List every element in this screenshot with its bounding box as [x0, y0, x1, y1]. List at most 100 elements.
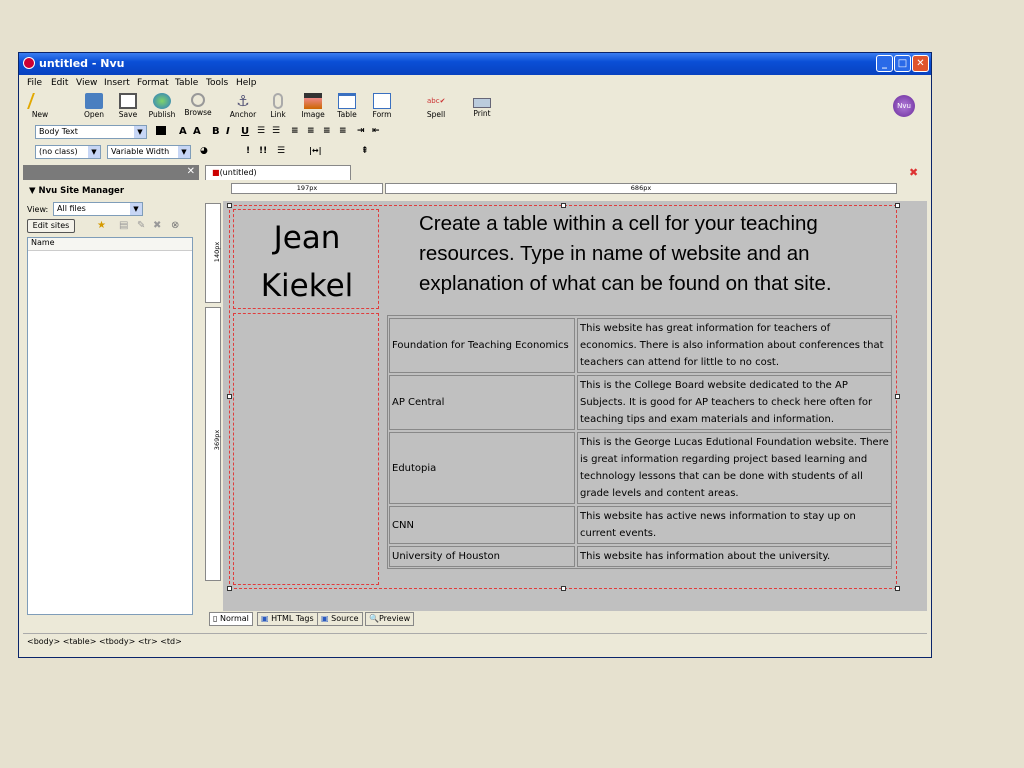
resize-handle[interactable]: [895, 394, 900, 399]
resize-handle[interactable]: [227, 394, 232, 399]
instruction-cell[interactable]: Create a table within a cell for your te…: [383, 209, 893, 309]
class-select[interactable]: (no class) ▼: [35, 145, 101, 159]
site-desc-cell[interactable]: This is the George Lucas Edutional Found…: [577, 432, 892, 504]
browse-button[interactable]: Browse: [179, 93, 217, 121]
new-button[interactable]: New: [21, 93, 59, 121]
tab-normal[interactable]: ▯ Normal: [209, 612, 253, 626]
ruler-row1[interactable]: 140px: [205, 203, 221, 303]
stop-icon[interactable]: ⊗: [171, 220, 179, 231]
italic-button[interactable]: I: [226, 126, 230, 137]
print-button[interactable]: Print: [463, 93, 501, 121]
resources-table[interactable]: Foundation for Teaching Economics This we…: [387, 315, 892, 569]
delete-icon[interactable]: ✖: [153, 220, 161, 231]
outer-table[interactable]: Jean Kiekel Create a table within a cell …: [227, 203, 900, 591]
close-icon[interactable]: ✕: [187, 166, 195, 177]
column-header-name[interactable]: Name: [28, 238, 192, 251]
letter-spacing-icon[interactable]: |↔|: [309, 146, 322, 155]
align-center-icon[interactable]: ≡: [307, 126, 315, 136]
numbered-list-icon[interactable]: ☰: [272, 126, 280, 136]
important-icon[interactable]: !: [246, 146, 250, 156]
close-window-button[interactable]: ✕: [912, 55, 929, 72]
paragraph-style-select[interactable]: Body Text ▼: [35, 125, 147, 139]
edit-canvas[interactable]: Jean Kiekel Create a table within a cell …: [223, 201, 927, 611]
smaller-font-icon[interactable]: A: [179, 126, 187, 137]
maximize-button[interactable]: □: [894, 55, 911, 72]
site-desc-cell[interactable]: This website has active news information…: [577, 506, 892, 544]
text-color-swatch[interactable]: [156, 126, 166, 135]
menu-format[interactable]: Format: [137, 78, 169, 88]
resize-handle[interactable]: [895, 586, 900, 591]
ruler-col1[interactable]: 197px: [231, 183, 383, 194]
table-button[interactable]: Table: [328, 93, 366, 121]
table-row: AP Central This is the College Board webs…: [389, 374, 892, 431]
bold-button[interactable]: B: [212, 126, 220, 137]
tab-untitled[interactable]: ■(untitled): [205, 165, 351, 180]
anchor-button[interactable]: ⚓ Anchor: [224, 93, 262, 121]
spell-button[interactable]: abc✔ Spell: [417, 93, 455, 121]
ruler-col2[interactable]: 686px: [385, 183, 897, 194]
editor-area: ■(untitled) ✖ 197px 686px 140px 369px Je…: [205, 165, 927, 626]
resize-handle[interactable]: [227, 586, 232, 591]
width-select[interactable]: Variable Width ▼: [107, 145, 191, 159]
name-cell[interactable]: Jean Kiekel: [233, 209, 379, 309]
resize-handle[interactable]: [561, 586, 566, 591]
site-file-list[interactable]: Name: [27, 237, 193, 615]
save-button[interactable]: Save: [109, 93, 147, 121]
nvu-app-icon: [23, 57, 35, 69]
new-file-icon[interactable]: ▤: [119, 220, 128, 231]
edit-sites-button[interactable]: Edit sites: [27, 219, 75, 233]
resize-handle[interactable]: [895, 203, 900, 208]
site-manager-title: ▼ Nvu Site Manager: [29, 186, 125, 196]
menu-table[interactable]: Table: [175, 78, 198, 88]
text-align-icon[interactable]: ☰: [277, 146, 285, 156]
table-icon: [338, 93, 356, 109]
image-button[interactable]: Image: [294, 93, 332, 121]
very-important-icon[interactable]: !!: [259, 146, 267, 156]
tab-source[interactable]: ▣ Source: [317, 612, 363, 626]
site-desc-cell[interactable]: This website has great information for t…: [577, 318, 892, 373]
larger-font-icon[interactable]: A: [193, 126, 201, 137]
menu-help[interactable]: Help: [236, 78, 257, 88]
empty-left-cell[interactable]: [233, 313, 379, 585]
form-button[interactable]: Form: [363, 93, 401, 121]
resize-handle[interactable]: [227, 203, 232, 208]
indent-icon[interactable]: ⇥: [357, 126, 365, 136]
menu-view[interactable]: View: [76, 78, 97, 88]
site-name-cell[interactable]: CNN: [389, 506, 575, 544]
menu-edit[interactable]: Edit: [51, 78, 68, 88]
tab-preview[interactable]: 🔍Preview: [365, 612, 415, 626]
bullet-list-icon[interactable]: ☰: [257, 126, 265, 136]
style-icon[interactable]: ◕: [200, 146, 208, 156]
title-bar[interactable]: untitled - Nvu _ □ ✕: [19, 53, 931, 75]
link-button[interactable]: Link: [259, 93, 297, 121]
align-right-icon[interactable]: ≡: [323, 126, 331, 136]
tab-html-tags[interactable]: ▣ HTML Tags: [257, 612, 318, 626]
site-name-cell[interactable]: Edutopia: [389, 432, 575, 504]
site-name-cell[interactable]: Foundation for Teaching Economics: [389, 318, 575, 373]
menu-insert[interactable]: Insert: [104, 78, 130, 88]
close-tab-icon[interactable]: ✖: [909, 166, 918, 179]
publish-button[interactable]: Publish: [143, 93, 181, 121]
site-desc-cell[interactable]: This website has information about the u…: [577, 546, 892, 567]
source-icon: ▣: [321, 614, 332, 623]
site-name-cell[interactable]: AP Central: [389, 375, 575, 430]
ruler-row2[interactable]: 369px: [205, 307, 221, 581]
view-filter-select[interactable]: All files ▼: [53, 202, 143, 216]
folder-icon[interactable]: ★: [97, 220, 106, 231]
edit-icon[interactable]: ✎: [137, 220, 145, 231]
browse-icon: [191, 93, 205, 107]
resources-cell[interactable]: Foundation for Teaching Economics This we…: [383, 313, 893, 585]
vertical-align-icon[interactable]: ⇞: [361, 146, 369, 156]
align-left-icon[interactable]: ≡: [291, 126, 299, 136]
menu-tools[interactable]: Tools: [206, 78, 228, 88]
underline-button[interactable]: U: [241, 126, 249, 137]
site-name-cell[interactable]: University of Houston: [389, 546, 575, 567]
element-path[interactable]: <body> <table> <tbody> <tr> <td>: [27, 637, 182, 646]
site-desc-cell[interactable]: This is the College Board website dedica…: [577, 375, 892, 430]
open-button[interactable]: Open: [75, 93, 113, 121]
justify-icon[interactable]: ≡: [339, 126, 347, 136]
outdent-icon[interactable]: ⇤: [372, 126, 380, 136]
menu-file[interactable]: File: [27, 78, 42, 88]
minimize-button[interactable]: _: [876, 55, 893, 72]
resize-handle[interactable]: [561, 203, 566, 208]
